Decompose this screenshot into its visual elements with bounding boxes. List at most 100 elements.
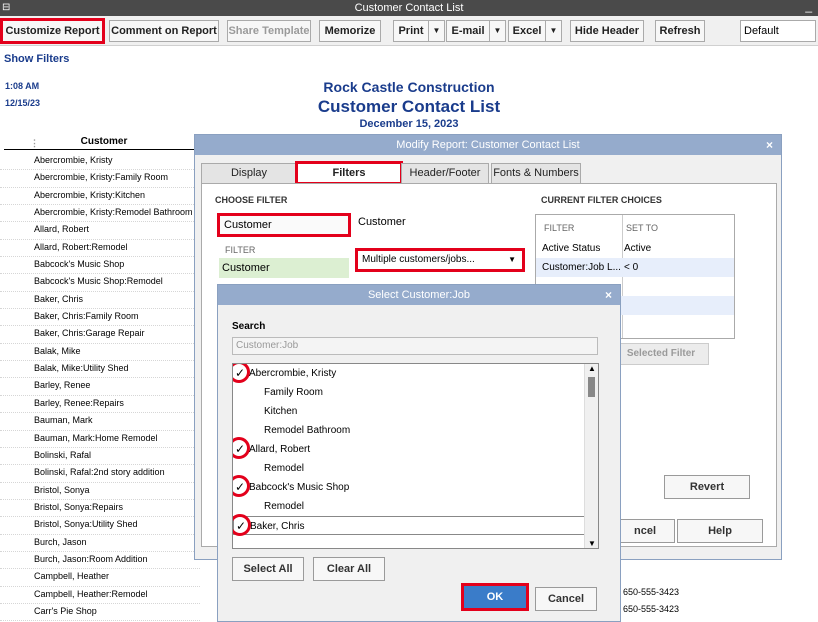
list-item[interactable]: ✓ Abercrombie, Kristy [233,364,598,383]
list-item[interactable]: Kitchen [233,402,598,421]
customer-job-list: ✓ Abercrombie, Kristy Family Room Kitchen Re… [232,363,599,549]
clear-all-button[interactable]: Clear All [313,557,385,581]
report-toolbar: Customize Report Comment on Report Share… [0,16,818,46]
revert-button[interactable]: Revert [664,475,750,499]
tab-fonts-numbers[interactable]: Fonts & Numbers [491,163,581,183]
table-row: Babcock's Music Shop:Remodel [0,274,200,292]
checkmark-icon[interactable]: ✓ [233,437,250,459]
print-button[interactable]: Print ▼ [393,20,445,42]
phone-cell: 650-555-3423 [623,586,680,597]
current-filter-row[interactable]: Active Status Active [536,239,734,258]
selected-filter-field[interactable]: Customer [217,213,351,237]
cancel-button[interactable]: ncel [615,519,675,543]
list-item-label: Baker, Chris [250,521,305,532]
list-item-label: Abercrombie, Kristy [249,368,337,379]
comment-on-report-button[interactable]: Comment on Report [109,20,219,42]
help-button[interactable]: Help [677,519,763,543]
select-dialog-title: Select Customer:Job [367,289,471,301]
show-filters-link[interactable]: Show Filters [4,53,69,65]
tab-display[interactable]: Display [201,163,297,183]
table-row: Babcock's Music Shop [0,257,200,275]
list-item[interactable]: Remodel [233,459,598,478]
list-item[interactable]: ✓ Baker, Chris [233,514,598,536]
table-row: Baker, Chris:Family Room [0,309,200,327]
customer-job-select[interactable]: Multiple customers/jobs... ▼ [355,248,525,272]
checkmark-icon[interactable]: ✓ [233,475,250,497]
current-filter-value: < 0 [624,262,639,273]
minimize-icon[interactable]: _ [805,0,812,14]
filter-list-item[interactable]: Customer [219,258,349,278]
list-item[interactable]: ✓ Babcock's Music Shop [233,475,598,497]
refresh-button[interactable]: Refresh [655,20,705,42]
list-item[interactable]: Family Room [233,383,598,402]
customer-column-label: Customer [80,136,128,147]
list-item-label: Remodel [264,501,305,512]
table-row: Bauman, Mark [0,413,200,431]
table-row: Baker, Chris:Garage Repair [0,326,200,344]
select-all-button[interactable]: Select All [232,557,304,581]
excel-label: Excel [512,25,542,37]
checkmark-icon[interactable]: ✓ [233,514,251,536]
table-row: Balak, Mike:Utility Shed [0,361,200,379]
modify-report-title-bar: Modify Report: Customer Contact List × [195,135,781,155]
cancel-button[interactable]: Cancel [535,587,597,611]
customize-report-button[interactable]: Customize Report [0,18,105,44]
search-label: Search [232,321,266,332]
list-scrollbar[interactable]: ▲ ▼ [584,364,598,548]
checkmark-icon[interactable]: ✓ [233,364,250,383]
system-menu-icon[interactable]: ⊟ [2,0,10,16]
list-item[interactable]: Remodel Bathroom [233,421,598,440]
scroll-up-icon[interactable]: ▲ [588,364,596,373]
tab-header-footer[interactable]: Header/Footer [401,163,489,183]
scroll-down-icon[interactable]: ▼ [588,539,596,548]
memorize-button[interactable]: Memorize [319,20,381,42]
table-row: Abercrombie, Kristy [0,153,200,171]
close-icon[interactable]: × [605,285,612,305]
table-row: Carr's Pie Shop [0,604,200,622]
customer-job-list-items: ✓ Abercrombie, Kristy Family Room Kitchen Re… [233,364,598,536]
report-as-of-date: December 15, 2023 [359,118,459,130]
sort-by-select[interactable]: Default [740,20,816,42]
current-filter-row[interactable]: Customer:Job L... < 0 [536,258,734,277]
filter-field-label: Customer [358,216,406,228]
filter-column-header: FILTER [544,223,575,233]
table-row: Bauman, Mark:Home Remodel [0,431,200,448]
select-customer-job-dialog: Select Customer:Job × Search Customer:Jo… [217,284,621,622]
print-dropdown-icon[interactable]: ▼ [428,21,444,41]
phone-cell: 650-555-3423 [623,604,680,615]
column-grip-icon[interactable]: ⋮ [30,138,39,149]
table-row: Barley, Renee [0,378,200,396]
remove-selected-filter-button[interactable]: Selected Filter [613,343,709,365]
hide-header-button[interactable]: Hide Header [570,20,644,42]
window-title: Customer Contact List [354,2,464,14]
chevron-down-icon[interactable]: ▼ [508,251,516,269]
table-row: Bristol, Sonya:Repairs [0,500,200,518]
table-row: Baker, Chris [0,292,200,310]
share-template-button[interactable]: Share Template [227,20,311,42]
phone-cell [623,567,683,584]
list-item-label: Allard, Robert [249,444,311,455]
email-button[interactable]: E-mail ▼ [446,20,506,42]
excel-dropdown-icon[interactable]: ▼ [545,21,561,41]
customer-column-header[interactable]: ⋮ Customer [4,136,204,150]
ok-button[interactable]: OK [461,583,529,611]
company-name: Rock Castle Construction [323,79,495,95]
table-row: Balak, Mike [0,344,200,362]
tab-filters[interactable]: Filters [295,161,403,185]
email-dropdown-icon[interactable]: ▼ [489,21,505,41]
excel-button[interactable]: Excel ▼ [508,20,562,42]
window-title-bar: ⊟ Customer Contact List _ [0,0,818,16]
table-row: Abercrombie, Kristy:Kitchen [0,188,200,206]
current-filter-name: Customer:Job L... [542,262,621,273]
list-item-label: Remodel [264,463,305,474]
table-row: Allard, Robert:Remodel [0,240,200,258]
search-input[interactable]: Customer:Job [232,337,598,355]
close-icon[interactable]: × [766,135,773,155]
table-row: Abercrombie, Kristy:Remodel Bathroom [0,205,200,223]
table-row: Bolinski, Rafal [0,448,200,466]
table-row: Campbell, Heather [0,569,200,587]
scroll-thumb[interactable] [588,377,595,397]
current-filter-header: FILTER SET TO [536,215,734,233]
list-item[interactable]: Remodel [233,497,598,516]
list-item[interactable]: ✓ Allard, Robert [233,437,598,459]
